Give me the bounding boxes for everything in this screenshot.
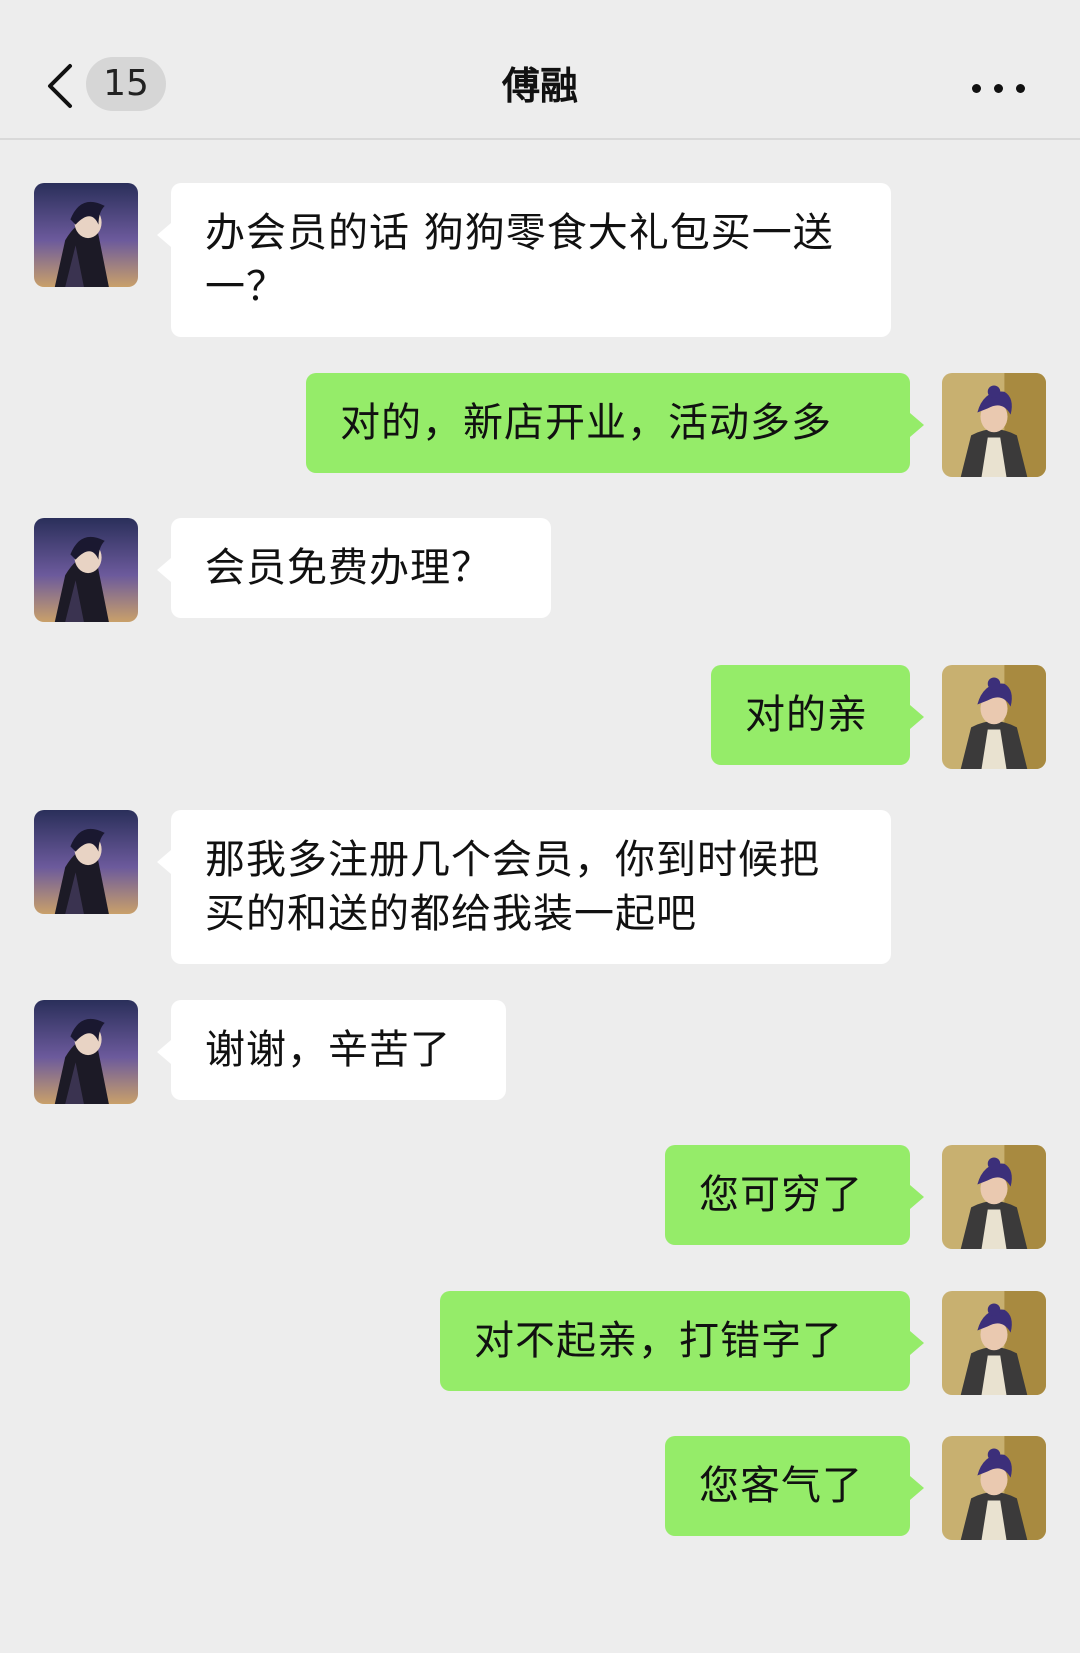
more-dots-icon[interactable] <box>972 80 1028 96</box>
chat-title: 傅融 <box>501 64 578 108</box>
outgoing-message-bubble[interactable]: 您可穷了 <box>665 1145 924 1245</box>
contact-avatar[interactable] <box>34 1000 138 1104</box>
my-avatar[interactable] <box>942 1291 1046 1395</box>
my-avatar-image <box>942 1436 1046 1540</box>
my-avatar[interactable] <box>942 665 1046 769</box>
my-avatar-image <box>942 1145 1046 1249</box>
contact-avatar[interactable] <box>34 810 138 914</box>
my-avatar-image <box>942 373 1046 477</box>
my-avatar[interactable] <box>942 373 1046 477</box>
contact-avatar[interactable] <box>34 518 138 622</box>
outgoing-message-bubble[interactable]: 您客气了 <box>665 1436 924 1536</box>
incoming-message-bubble[interactable]: 那我多注册几个会员，你到时候把买的和送的都给我装一起吧 <box>157 810 891 964</box>
outgoing-message-bubble[interactable]: 对的亲 <box>711 665 924 765</box>
incoming-message-bubble[interactable]: 会员免费办理？ <box>157 518 551 618</box>
incoming-message-bubble[interactable]: 谢谢，辛苦了 <box>157 1000 506 1100</box>
my-avatar[interactable] <box>942 1145 1046 1249</box>
chat-header: 15 傅融 <box>0 0 1080 140</box>
contact-avatar-image <box>34 183 138 287</box>
contact-avatar-image <box>34 518 138 622</box>
contact-avatar[interactable] <box>34 183 138 287</box>
my-avatar-image <box>942 665 1046 769</box>
contact-avatar-image <box>34 810 138 914</box>
outgoing-message-bubble[interactable]: 对的，新店开业，活动多多 <box>306 373 924 473</box>
incoming-message-bubble[interactable]: 办会员的话 狗狗零食大礼包买一送一？ <box>157 183 891 337</box>
my-avatar[interactable] <box>942 1436 1046 1540</box>
outgoing-message-bubble[interactable]: 对不起亲，打错字了 <box>440 1291 924 1391</box>
contact-avatar-image <box>34 1000 138 1104</box>
my-avatar-image <box>942 1291 1046 1395</box>
